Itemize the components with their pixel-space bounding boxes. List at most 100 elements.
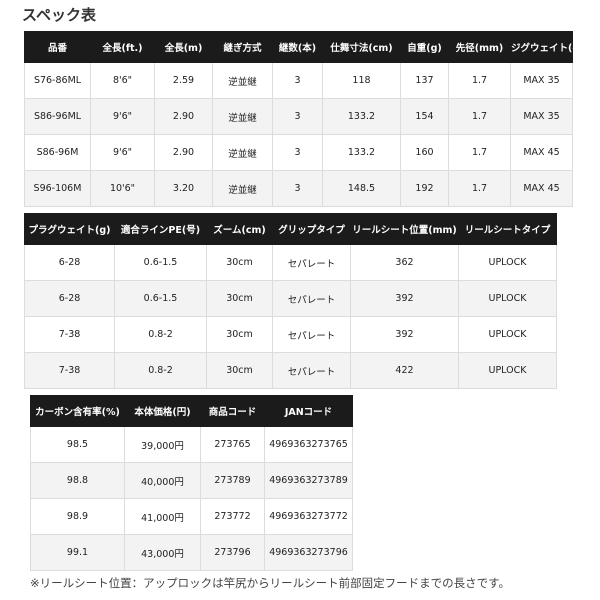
cell-model: S96-106M: [24, 170, 91, 207]
cell-jig-weight: MAX 35: [510, 98, 573, 135]
header-line-pe: 適合ラインPE(号): [114, 213, 207, 245]
header-joint-type: 継ぎ方式: [212, 31, 273, 63]
cell-product-code: 273772: [200, 498, 265, 535]
cell-plug-weight: 6-28: [24, 280, 115, 317]
cell-jan-code: 4969363273772: [264, 498, 353, 535]
cell-plug-weight: 7-38: [24, 316, 115, 353]
cell-product-code: 273789: [200, 462, 265, 499]
cell-jig-weight: MAX 45: [510, 170, 573, 207]
cell-grip-type: セパレート: [272, 244, 351, 281]
cell-plug-weight: 7-38: [24, 352, 115, 389]
table-header-row: プラグウェイト(g) 適合ラインPE(号) ズーム(cm) グリップタイプ リー…: [24, 213, 557, 245]
cell-joint-type: 逆並継: [212, 62, 273, 99]
table-row: 6-28 0.6-1.5 30cm セパレート 362 UPLOCK: [24, 244, 557, 281]
cell-price: 41,000円: [124, 498, 201, 535]
cell-length-m: 3.20: [154, 170, 213, 207]
header-length-m: 全長(m): [154, 31, 213, 63]
cell-jan-code: 4969363273765: [264, 426, 353, 463]
page-title: スペック表: [22, 6, 96, 24]
cell-closed-length: 133.2: [322, 98, 401, 135]
cell-tip-diameter: 1.7: [448, 170, 511, 207]
header-length-ft: 全長(ft.): [90, 31, 155, 63]
cell-reel-seat-type: UPLOCK: [458, 280, 557, 317]
cell-reel-seat-type: UPLOCK: [458, 316, 557, 353]
cell-line-pe: 0.6-1.5: [114, 280, 207, 317]
cell-plug-weight: 6-28: [24, 244, 115, 281]
table-row: S86-96ML 9'6" 2.90 逆並継 3 133.2 154 1.7 M…: [24, 98, 573, 135]
cell-product-code: 273765: [200, 426, 265, 463]
header-product-code: 商品コード: [200, 395, 265, 427]
table-row: S86-96M 9'6" 2.90 逆並継 3 133.2 160 1.7 MA…: [24, 134, 573, 171]
cell-jig-weight: MAX 35: [510, 62, 573, 99]
header-jig-weight: ジグウェイト(g): [510, 31, 583, 63]
cell-jig-weight: MAX 45: [510, 134, 573, 171]
cell-model: S86-96ML: [24, 98, 91, 135]
header-closed-length: 仕舞寸法(cm): [322, 31, 401, 63]
header-price: 本体価格(円): [124, 395, 201, 427]
cell-price: 40,000円: [124, 462, 201, 499]
cell-reel-seat-type: UPLOCK: [458, 244, 557, 281]
header-model: 品番: [24, 31, 91, 63]
cell-length-ft: 9'6": [90, 134, 155, 171]
table-row: S76-86ML 8'6" 2.59 逆並継 3 118 137 1.7 MAX…: [24, 62, 573, 99]
cell-length-m: 2.59: [154, 62, 213, 99]
cell-model: S86-96M: [24, 134, 91, 171]
cell-reel-seat-position: 422: [350, 352, 459, 389]
table-header-row: カーボン含有率(%) 本体価格(円) 商品コード JANコード: [30, 395, 353, 427]
cell-zoom: 30cm: [206, 352, 273, 389]
table-row: 6-28 0.6-1.5 30cm セパレート 392 UPLOCK: [24, 280, 557, 317]
cell-carbon-content: 99.1: [30, 534, 125, 571]
cell-grip-type: セパレート: [272, 280, 351, 317]
cell-jan-code: 4969363273796: [264, 534, 353, 571]
table-row: 98.8 40,000円 273789 4969363273789: [30, 462, 353, 499]
header-plug-weight: プラグウェイト(g): [24, 213, 115, 245]
cell-joint-type: 逆並継: [212, 134, 273, 171]
cell-closed-length: 118: [322, 62, 401, 99]
cell-weight: 137: [400, 62, 449, 99]
cell-reel-seat-position: 362: [350, 244, 459, 281]
cell-weight: 154: [400, 98, 449, 135]
header-grip-type: グリップタイプ: [272, 213, 351, 245]
spec-table-main: 品番 全長(ft.) 全長(m) 継ぎ方式 継数(本) 仕舞寸法(cm) 自重(…: [24, 31, 583, 207]
cell-jan-code: 4969363273789: [264, 462, 353, 499]
cell-carbon-content: 98.8: [30, 462, 125, 499]
header-reel-seat-position: リールシート位置(mm): [350, 213, 459, 245]
cell-zoom: 30cm: [206, 244, 273, 281]
cell-weight: 160: [400, 134, 449, 171]
cell-grip-type: セパレート: [272, 352, 351, 389]
spec-table-line-reel: プラグウェイト(g) 適合ラインPE(号) ズーム(cm) グリップタイプ リー…: [24, 213, 557, 389]
cell-tip-diameter: 1.7: [448, 134, 511, 171]
cell-joint-type: 逆並継: [212, 98, 273, 135]
header-weight: 自重(g): [400, 31, 449, 63]
cell-pieces: 3: [272, 98, 323, 135]
cell-price: 39,000円: [124, 426, 201, 463]
cell-tip-diameter: 1.7: [448, 98, 511, 135]
cell-closed-length: 148.5: [322, 170, 401, 207]
table-row: 7-38 0.8-2 30cm セパレート 422 UPLOCK: [24, 352, 557, 389]
cell-model: S76-86ML: [24, 62, 91, 99]
cell-carbon-content: 98.5: [30, 426, 125, 463]
cell-zoom: 30cm: [206, 280, 273, 317]
spec-table-pricing: カーボン含有率(%) 本体価格(円) 商品コード JANコード 98.5 39,…: [30, 395, 353, 571]
table-row: 98.9 41,000円 273772 4969363273772: [30, 498, 353, 535]
cell-reel-seat-position: 392: [350, 280, 459, 317]
header-tip-diameter: 先径(mm): [448, 31, 511, 63]
cell-line-pe: 0.6-1.5: [114, 244, 207, 281]
footnote: ※リールシート位置：アップロックは竿尻からリールシート前部固定フードまでの長さで…: [30, 576, 510, 590]
table-row: 99.1 43,000円 273796 4969363273796: [30, 534, 353, 571]
cell-pieces: 3: [272, 170, 323, 207]
cell-length-ft: 9'6": [90, 98, 155, 135]
cell-weight: 192: [400, 170, 449, 207]
header-pieces: 継数(本): [272, 31, 323, 63]
table-row: 7-38 0.8-2 30cm セパレート 392 UPLOCK: [24, 316, 557, 353]
cell-reel-seat-type: UPLOCK: [458, 352, 557, 389]
cell-carbon-content: 98.9: [30, 498, 125, 535]
cell-product-code: 273796: [200, 534, 265, 571]
header-zoom: ズーム(cm): [206, 213, 273, 245]
cell-line-pe: 0.8-2: [114, 316, 207, 353]
header-jan-code: JANコード: [264, 395, 353, 427]
cell-length-m: 2.90: [154, 134, 213, 171]
cell-tip-diameter: 1.7: [448, 62, 511, 99]
cell-zoom: 30cm: [206, 316, 273, 353]
header-carbon-content: カーボン含有率(%): [30, 395, 125, 427]
